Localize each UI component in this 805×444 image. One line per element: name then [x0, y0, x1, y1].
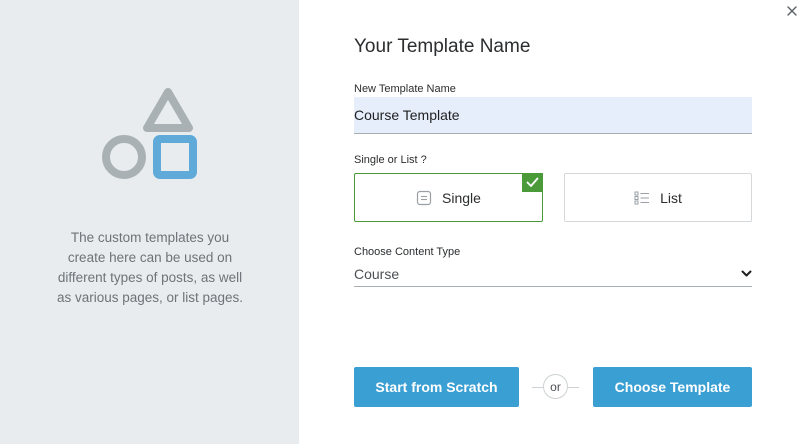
start-from-scratch-button[interactable]: Start from Scratch — [354, 367, 519, 407]
dialog-title: Your Template Name — [354, 36, 531, 57]
single-option[interactable]: Single — [354, 173, 543, 222]
list-option[interactable]: List — [564, 173, 752, 222]
close-icon[interactable] — [783, 2, 801, 20]
divider-right — [568, 387, 579, 388]
divider-left — [532, 387, 543, 388]
template-name-label: New Template Name — [354, 83, 456, 95]
chevron-down-icon — [741, 270, 752, 277]
or-separator: or — [543, 374, 568, 399]
panel-description: The custom templates you create here can… — [56, 230, 244, 305]
list-icon — [634, 191, 650, 204]
choose-template-button[interactable]: Choose Template — [593, 367, 752, 407]
single-option-label: Single — [442, 189, 481, 206]
template-name-input[interactable] — [354, 97, 752, 134]
list-option-label: List — [660, 189, 682, 206]
single-page-icon — [416, 190, 432, 205]
checkmark-icon — [522, 173, 543, 192]
content-type-select[interactable]: Course — [354, 262, 752, 287]
info-panel: The custom templates you create here can… — [0, 0, 299, 444]
content-type-label: Choose Content Type — [354, 246, 461, 258]
content-type-value: Course — [354, 266, 400, 282]
shapes-illustration-icon — [102, 88, 197, 179]
type-label: Single or List ? — [354, 154, 427, 166]
